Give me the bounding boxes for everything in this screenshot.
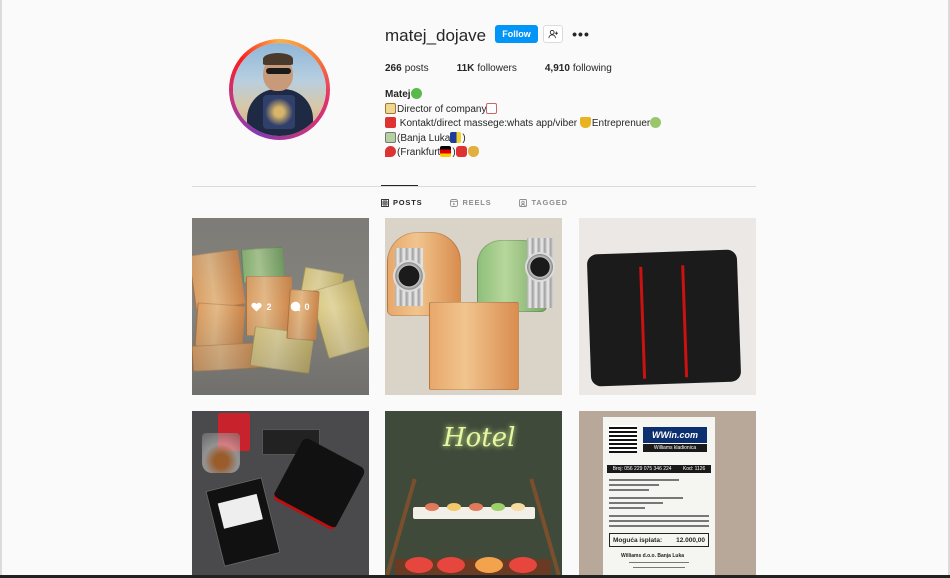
chart-increasing-emoji-icon: [486, 102, 498, 114]
tab-tagged[interactable]: TAGGED: [519, 198, 567, 207]
bio-line-2: Kontakt/direct massege:whats app/viber E…: [385, 117, 662, 132]
gear-emoji-icon: [650, 117, 662, 128]
post-thumbnail-3[interactable]: [579, 218, 756, 395]
bio-name-line: Matej: [385, 88, 662, 103]
tabs-divider: [192, 186, 756, 187]
likes-count: 2: [251, 302, 272, 312]
followers-stat[interactable]: 11K followers: [457, 63, 517, 74]
grid-icon: [381, 198, 389, 207]
post-hover-overlay: 2 0: [192, 218, 369, 395]
profile-avatar-story-ring[interactable]: [229, 39, 330, 140]
post-thumbnail-1[interactable]: 2 0: [192, 218, 369, 395]
germany-flag-emoji-icon: [440, 146, 452, 157]
profile-tabs: POSTS REELS TAGGED: [381, 198, 596, 207]
telephone-emoji-icon: [455, 146, 467, 157]
following-stat[interactable]: 4,910 following: [545, 63, 612, 74]
tab-reels[interactable]: REELS: [450, 198, 491, 207]
suggested-accounts-button[interactable]: [543, 25, 563, 43]
bio-line-1: Director of company: [385, 102, 662, 118]
qr-code-icon: [609, 425, 637, 453]
tagged-icon: [519, 198, 528, 207]
betting-receipt-image: WWin.com Williams kladionica Broj: 056 2…: [603, 417, 715, 578]
money-bag-emoji-icon: [467, 146, 479, 157]
profile-username: matej_dojave: [385, 26, 487, 45]
post-thumbnail-5[interactable]: Hotel: [385, 411, 562, 578]
add-person-icon: [548, 30, 558, 39]
neon-sign-text: Hotel: [443, 423, 516, 453]
nauseated-face-emoji-icon: [410, 88, 422, 99]
avatar: [233, 43, 326, 136]
envelope-emoji-icon: [385, 117, 396, 128]
posts-stat: 266 posts: [385, 63, 429, 74]
tab-posts[interactable]: POSTS: [381, 198, 422, 207]
post-thumbnail-2[interactable]: [385, 218, 562, 395]
follow-button[interactable]: Follow: [495, 25, 538, 43]
heart-icon: [251, 302, 263, 312]
trophy-emoji-icon: [579, 117, 591, 128]
bio-display-name: Matej: [385, 89, 411, 100]
pin-emoji-icon: [385, 146, 396, 157]
more-dots-icon: •••: [572, 26, 590, 42]
post-thumbnail-4[interactable]: [192, 411, 369, 578]
wallet-image: [586, 249, 742, 387]
comment-bubble-icon: [290, 301, 300, 312]
active-tab-indicator: [381, 185, 418, 186]
reels-icon: [450, 198, 459, 207]
house-emoji-icon: [385, 131, 396, 143]
window-left-edge: [0, 0, 2, 578]
certificate-emoji-icon: [385, 102, 396, 114]
bio-line-4: (Frankfurt): [385, 146, 662, 161]
profile-stats: 266 posts 11K followers 4,910 following: [385, 63, 640, 74]
profile-bio: Matej Director of company Kontakt/direct…: [385, 88, 662, 161]
bosnia-flag-emoji-icon: [450, 131, 462, 143]
post-thumbnail-6[interactable]: WWin.com Williams kladionica Broj: 056 2…: [579, 411, 756, 578]
more-options-button[interactable]: •••: [572, 25, 590, 43]
comments-count: 0: [290, 301, 310, 312]
bio-line-3: (Banja Luka): [385, 131, 662, 147]
